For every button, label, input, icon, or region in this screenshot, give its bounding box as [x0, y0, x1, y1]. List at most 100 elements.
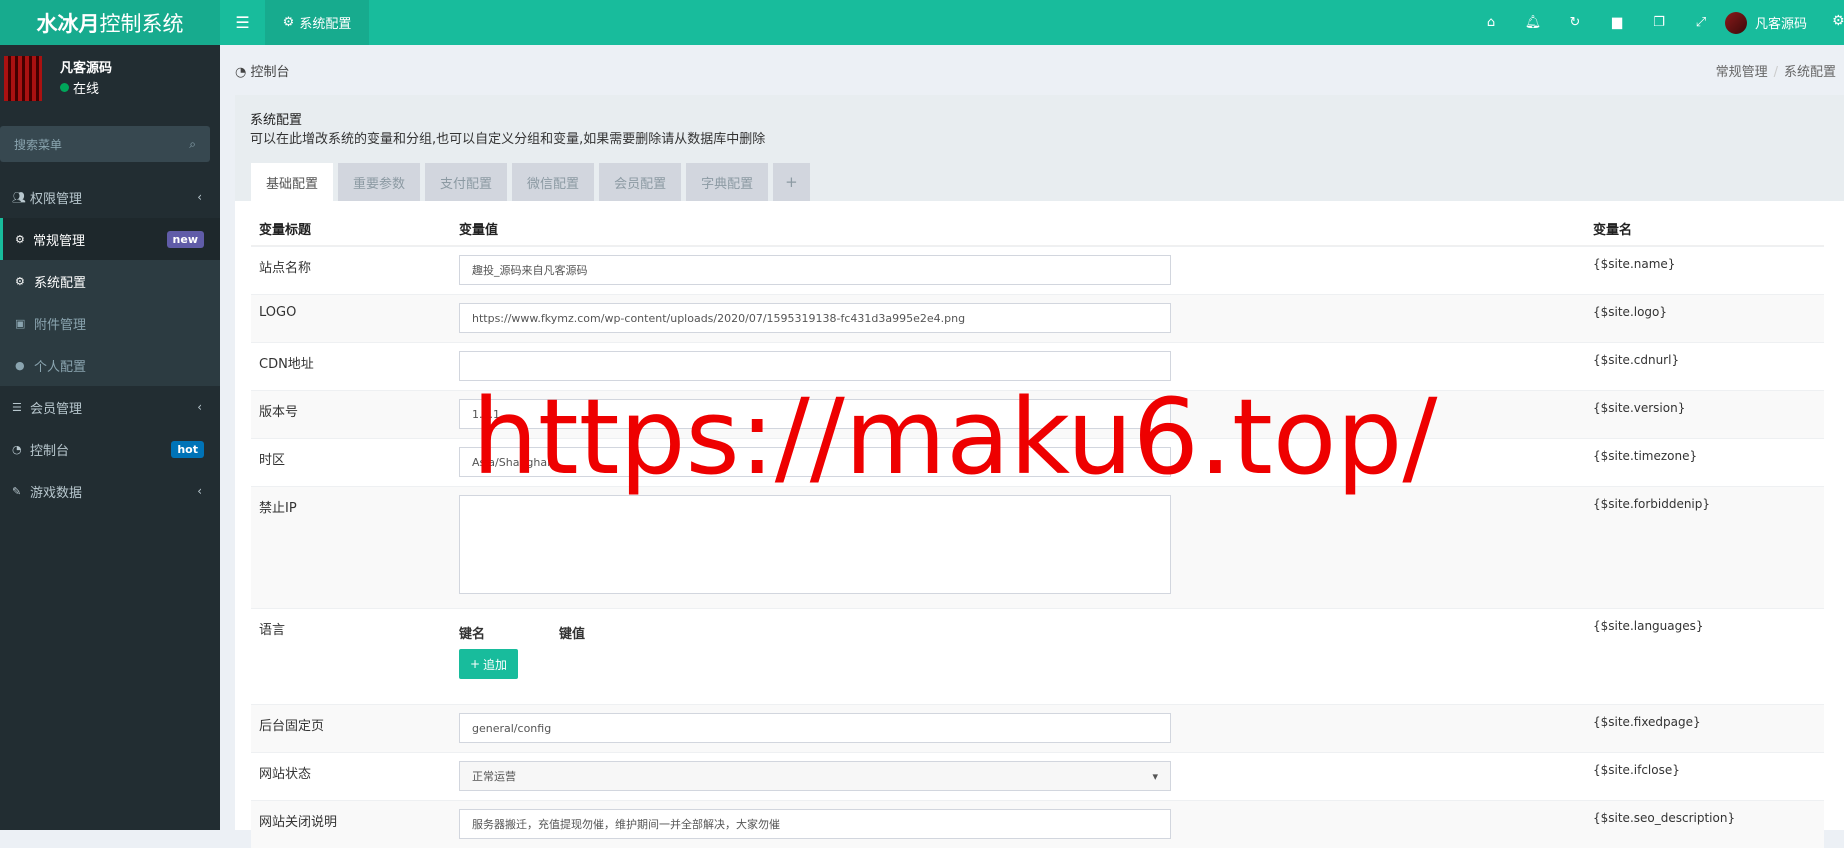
user-panel: 凡客源码 在线: [0, 45, 220, 117]
sidebar-item-dashboard[interactable]: ◔ 控制台 hot: [0, 428, 220, 470]
table-row: LOGO https://www.fkymz.com/wp-content/up…: [251, 294, 1824, 342]
row-title: 时区: [259, 453, 286, 468]
sidebar-item-members[interactable]: ☰ 会员管理 ‹: [0, 386, 220, 428]
bell-icon[interactable]: 🔔︎: [1512, 15, 1554, 30]
table-row: 语言 键名 键值 + 追加 {$site.languages}: [251, 608, 1824, 704]
row-title: LOGO: [259, 305, 297, 320]
row-title: 站点名称: [259, 261, 312, 276]
user-icon: ●: [15, 358, 25, 372]
app-title-bold: 水冰月: [36, 11, 100, 36]
app-logo[interactable]: 水冰月 控制系统: [0, 0, 220, 45]
page-header: ◔ 控制台: [235, 61, 290, 80]
row-title: 网站状态: [259, 767, 312, 782]
plus-icon: +: [469, 657, 481, 671]
row-title: 网站关闭说明: [259, 815, 338, 830]
site-name-input[interactable]: 趣投_源码来自凡客源码: [459, 255, 1171, 285]
sidebar-item-label: 常规管理: [33, 233, 86, 249]
append-button-label: 追加: [483, 657, 508, 672]
forbidden-ip-textarea[interactable]: [459, 495, 1171, 594]
row-varname: {$site.cdnurl}: [1593, 353, 1680, 367]
sidebar-subitem-attachment[interactable]: ▣ 附件管理: [0, 302, 220, 344]
user-status: 在线: [60, 78, 99, 97]
dashboard-icon: ◔: [235, 65, 251, 80]
image-icon: ▣: [15, 316, 26, 330]
cogs-icon: ⚙: [15, 232, 25, 246]
sidebar-item-general[interactable]: ⚙ 常规管理 new: [0, 218, 220, 260]
row-varname: {$site.ifclose}: [1593, 763, 1680, 777]
breadcrumb-separator: /: [1773, 65, 1778, 80]
search-icon[interactable]: ⌕: [189, 137, 196, 152]
new-badge: new: [166, 230, 204, 248]
header-title: 变量标题: [259, 223, 312, 238]
config-table: 变量标题 变量值 变量名 站点名称 趣投_源码来自凡客源码 {$site.nam…: [251, 201, 1824, 848]
home-icon[interactable]: ⌂: [1470, 15, 1512, 30]
sidebar-item-label: 控制台: [30, 443, 70, 459]
close-description-input[interactable]: 服务器搬迁，充值提现勿催，维护期间一并全部解决，大家勿催: [459, 809, 1171, 839]
sidebar-subitem-label: 系统配置: [34, 275, 87, 291]
top-icon-bar: ⌂ 🔔︎ ↻ ▆ ❐ ⤢: [1470, 0, 1722, 45]
copy-icon[interactable]: ❐: [1638, 15, 1680, 30]
cog-icon: ⚙: [282, 15, 295, 30]
table-row: 网站状态 正常运营 ▾ {$site.ifclose}: [251, 752, 1824, 800]
tab-wechat[interactable]: 微信配置: [512, 163, 595, 201]
refresh-icon[interactable]: ↻: [1554, 15, 1596, 30]
fixed-page-input[interactable]: general/config: [459, 713, 1171, 743]
search-placeholder: 搜索菜单: [14, 137, 63, 152]
breadcrumb-item[interactable]: 常规管理: [1716, 65, 1768, 80]
chevron-left-icon: ‹: [197, 484, 202, 498]
search-input[interactable]: 搜索菜单 ⌕: [0, 126, 210, 162]
row-varname: {$site.forbiddenip}: [1593, 497, 1711, 511]
panel-heading: 系统配置 可以在此增改系统的变量和分组,也可以自定义分组和变量,如果需要删除请从…: [235, 95, 1844, 201]
key-label: 键名: [459, 627, 486, 642]
hot-badge: hot: [171, 440, 204, 458]
trash-icon[interactable]: ▆: [1596, 15, 1638, 30]
site-status-value: 正常运营: [472, 770, 516, 783]
table-row: 站点名称 趣投_源码来自凡客源码 {$site.name}: [251, 246, 1824, 294]
tab-dictionary[interactable]: 字典配置: [686, 163, 769, 201]
table-row: 网站关闭说明 服务器搬迁，充值提现勿催，维护期间一并全部解决，大家勿催 {$si…: [251, 800, 1824, 848]
row-varname: {$site.name}: [1593, 257, 1676, 271]
sidebar-item-auth[interactable]: 👥︎ 权限管理 ‹: [0, 176, 220, 218]
row-varname: {$site.version}: [1593, 401, 1686, 415]
row-varname: {$site.fixedpage}: [1593, 715, 1701, 729]
key-value-header: 键名 键值: [459, 623, 659, 642]
append-button[interactable]: + 追加: [459, 649, 518, 679]
avatar: [1725, 11, 1747, 34]
tab-payment[interactable]: 支付配置: [425, 163, 508, 201]
row-title: 禁止IP: [259, 501, 297, 516]
row-varname: {$site.languages}: [1593, 619, 1704, 633]
top-navbar: 水冰月 控制系统 ☰ ⚙ 系统配置 ⌂ 🔔︎ ↻ ▆ ❐ ⤢ 凡客源码 ⚙: [0, 0, 1844, 45]
add-tab-button[interactable]: +: [773, 163, 810, 201]
sidebar: 凡客源码 在线 搜索菜单 ⌕ 👥︎ 权限管理 ‹ ⚙ 常规管理 new ⚙ 系统配置 ▣ 附件…: [0, 45, 220, 830]
fullscreen-icon[interactable]: ⤢: [1680, 15, 1722, 30]
list-icon: ☰: [12, 400, 22, 414]
sidebar-subitem-config[interactable]: ⚙ 系统配置: [0, 260, 220, 302]
tab-member[interactable]: 会员配置: [599, 163, 682, 201]
sidebar-item-label: 会员管理: [30, 401, 83, 417]
row-title: 后台固定页: [259, 719, 325, 734]
top-tab-system-config[interactable]: ⚙ 系统配置: [265, 0, 369, 45]
row-varname: {$site.logo}: [1593, 305, 1668, 319]
header-varname: 变量名: [1593, 223, 1633, 238]
top-user-name: 凡客源码: [1755, 17, 1808, 32]
online-dot-icon: [60, 83, 69, 92]
tab-basic[interactable]: 基础配置: [251, 163, 334, 201]
logo-input[interactable]: https://www.fkymz.com/wp-content/uploads…: [459, 303, 1171, 333]
users-icon: 👥︎: [12, 190, 26, 204]
sidebar-item-gamedata[interactable]: ✎ 游戏数据 ‹: [0, 470, 220, 512]
tab-important[interactable]: 重要参数: [338, 163, 421, 201]
site-status-select[interactable]: 正常运营 ▾: [459, 761, 1171, 791]
table-row: 后台固定页 general/config {$site.fixedpage}: [251, 704, 1824, 752]
config-tabs: 基础配置 重要参数 支付配置 微信配置 会员配置 字典配置 +: [251, 163, 810, 201]
breadcrumb-item[interactable]: 系统配置: [1784, 65, 1836, 80]
top-user-menu[interactable]: 凡客源码: [1725, 0, 1807, 45]
sidebar-subitem-profile[interactable]: ● 个人配置: [0, 344, 220, 386]
row-varname: {$site.timezone}: [1593, 449, 1698, 463]
settings-gear-icon[interactable]: ⚙: [1832, 13, 1844, 29]
value-label: 键值: [559, 627, 586, 642]
avatar: [4, 56, 42, 101]
top-tab-label: 系统配置: [299, 17, 352, 32]
menu-toggle-icon[interactable]: ☰: [220, 0, 265, 45]
row-title: 语言: [259, 623, 286, 638]
row-varname: {$site.seo_description}: [1593, 811, 1736, 825]
